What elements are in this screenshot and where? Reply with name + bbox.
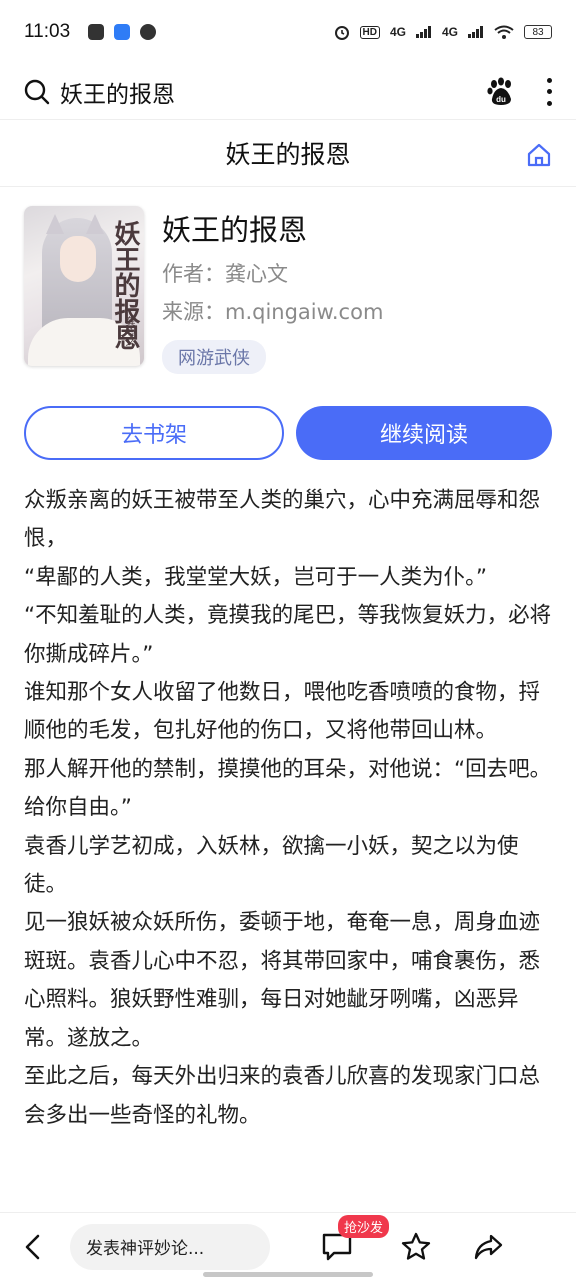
bookshelf-button[interactable]: 去书架 (24, 406, 284, 460)
favorite-star-icon[interactable] (400, 1231, 432, 1263)
synopsis-paragraph: 众叛亲离的妖王被带至人类的巢穴，心中充满屈辱和怨恨， (24, 488, 541, 552)
cover-art-ear-left (46, 214, 64, 234)
baidu-paw-icon[interactable]: du (486, 77, 516, 107)
author-value: 龚心文 (225, 262, 288, 286)
status-left: 11:03 (24, 21, 157, 43)
back-icon[interactable] (20, 1233, 48, 1261)
title-bar: 妖王的报恩 (0, 120, 576, 187)
network-1-label: 4G (389, 25, 406, 39)
comment-badge: 抢沙发 (338, 1214, 390, 1238)
media-app-icon (140, 24, 157, 40)
source-label: 来源： (162, 300, 225, 324)
network-2-label: 4G (441, 25, 458, 39)
book-title: 妖王的报恩 (162, 213, 308, 247)
synopsis-paragraph: 至此之后，每天外出归来的袁香儿欣喜的发现家门口总会多出一些奇怪的礼物。 (24, 1064, 541, 1128)
status-right: HD 4G 4G 83 (334, 24, 552, 40)
svg-text:du: du (496, 95, 506, 104)
home-indicator[interactable] (203, 1272, 373, 1277)
comment-input[interactable]: 发表神评妙论... (70, 1223, 270, 1270)
home-icon[interactable] (526, 142, 552, 168)
synopsis-paragraph: 见一狼妖被众妖所伤，委顿于地，奄奄一息，周身血迹斑斑。袁香儿心中不忍，将其带回家… (24, 910, 541, 1051)
synopsis-paragraph: 那人解开他的禁制，摸摸他的耳朵，对他说：“回去吧。给你自由。” (24, 756, 552, 821)
more-options-icon[interactable] (546, 77, 552, 106)
author-label: 作者： (162, 262, 225, 286)
source-value: m.qingaiw.com (225, 300, 384, 324)
search-bar[interactable]: 妖王的报恩 du (0, 64, 576, 120)
action-buttons: 去书架 继续阅读 (24, 406, 552, 462)
comment-button[interactable]: 抢沙发 (320, 1214, 390, 1265)
mail-app-icon (88, 24, 105, 40)
battery-indicator: 83 (524, 25, 552, 39)
bottom-toolbar: 发表神评妙论... 抢沙发 (0, 1212, 576, 1280)
signal-1-icon (415, 26, 431, 38)
status-bar: 11:03 HD 4G 4G 83 (0, 0, 576, 64)
synopsis-paragraph: 谁知那个女人收留了他数日，喂他吃香喷喷的食物，捋顺他的毛发，包扎好他的伤口，又将… (24, 680, 541, 744)
synopsis-paragraph: 袁香儿学艺初成，入妖林，欲擒一小妖，契之以为使徒。 (24, 833, 519, 898)
search-query[interactable]: 妖王的报恩 (60, 75, 486, 109)
book-meta: 妖王的报恩 作者：龚心文 来源：m.qingaiw.com 网游武侠 (162, 206, 552, 374)
cover-author: 龚心文 (123, 316, 134, 346)
book-cover[interactable]: 妖王的报恩 龚心文 (24, 206, 144, 366)
wifi-icon (494, 25, 514, 39)
synopsis-paragraph: “卑鄙的人类，我堂堂大妖，岂可于一人类为仆。” (24, 564, 488, 590)
continue-reading-button[interactable]: 继续阅读 (296, 406, 552, 460)
share-icon[interactable] (472, 1231, 504, 1263)
status-time: 11:03 (24, 21, 71, 42)
synopsis-paragraph: “不知羞耻的人类，竟摸我的尾巴，等我恢复妖力，必将你撕成碎片。” (24, 603, 552, 667)
author-line: 作者：龚心文 (162, 260, 552, 288)
source-line: 来源：m.qingaiw.com (162, 298, 552, 326)
book-info: 妖王的报恩 龚心文 妖王的报恩 作者：龚心文 来源：m.qingaiw.com … (24, 206, 552, 374)
page-title: 妖王的报恩 (225, 140, 351, 169)
synopsis: 众叛亲离的妖王被带至人类的巢穴，心中充满屈辱和怨恨， “卑鄙的人类，我堂堂大妖，… (24, 482, 552, 1135)
search-icon[interactable] (24, 79, 50, 105)
alarm-icon (334, 26, 349, 40)
signal-2-icon (468, 26, 483, 38)
cover-art-face (60, 236, 96, 282)
genre-tag[interactable]: 网游武侠 (162, 340, 266, 374)
hd-label: HD (359, 25, 380, 39)
cover-art-ear-right (86, 214, 104, 234)
browser-app-icon (114, 24, 131, 40)
